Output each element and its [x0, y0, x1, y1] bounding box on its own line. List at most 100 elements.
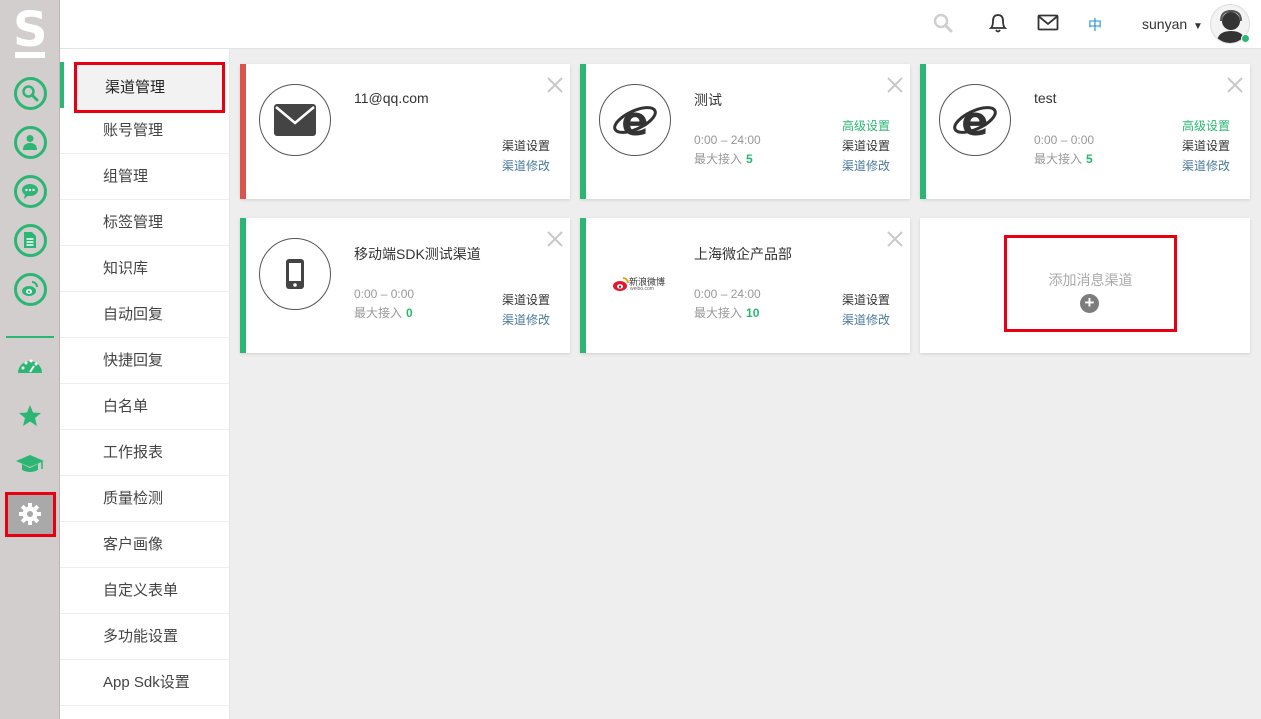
- channel-settings-link[interactable]: 渠道设置: [842, 137, 890, 154]
- service-hours: 0:00 – 0:00: [354, 287, 415, 301]
- svg-text:e: e: [621, 99, 648, 143]
- service-hours: 0:00 – 24:00: [694, 287, 761, 301]
- rail-learning-button[interactable]: [12, 446, 48, 482]
- top-search-button[interactable]: [933, 13, 953, 38]
- close-icon[interactable]: [546, 76, 564, 94]
- weibo-logo-subtext: weibo.com: [630, 286, 654, 292]
- rail-search-button[interactable]: [12, 75, 48, 111]
- channel-settings-link[interactable]: 渠道设置: [502, 291, 550, 308]
- rail-selected-highlight: [5, 492, 56, 537]
- channel-modify-link[interactable]: 渠道修改: [502, 311, 550, 328]
- mobile-phone-icon: [286, 259, 304, 289]
- user-menu[interactable]: sunyan ▼: [1142, 16, 1203, 32]
- close-icon[interactable]: [886, 76, 904, 94]
- subnav-item-knowledge-base[interactable]: 知识库: [60, 246, 229, 292]
- channel-settings-link[interactable]: 渠道设置: [1182, 137, 1230, 154]
- channel-icon: e: [599, 84, 671, 156]
- logo-bar: [15, 52, 45, 58]
- star-icon: [19, 404, 41, 426]
- channel-settings-link[interactable]: 渠道设置: [502, 137, 550, 154]
- close-icon[interactable]: [886, 230, 904, 248]
- channel-name: 移动端SDK测试渠道: [354, 246, 481, 262]
- max-access-label: 最大接入: [1034, 152, 1083, 166]
- channel-card-mobile-sdk: 移动端SDK测试渠道 0:00 – 0:00 最大接入 0 渠道设置 渠道修改: [240, 218, 570, 353]
- logo-letter: S: [13, 2, 48, 58]
- user-icon: [13, 125, 47, 159]
- messages-button[interactable]: [1037, 14, 1059, 36]
- subnav-item-auto-reply[interactable]: 自动回复: [60, 292, 229, 338]
- service-hours: 0:00 – 24:00: [694, 133, 761, 147]
- notifications-button[interactable]: [988, 12, 1008, 39]
- browser-e-icon: e: [953, 99, 997, 143]
- close-icon[interactable]: [546, 230, 564, 248]
- channel-modify-link[interactable]: 渠道修改: [842, 311, 890, 328]
- channel-modify-link[interactable]: 渠道修改: [842, 157, 890, 174]
- channel-card-email: 11@qq.com 渠道设置 渠道修改: [240, 64, 570, 199]
- add-channel-button[interactable]: 添加消息渠道 +: [1004, 235, 1177, 332]
- rail-dashboard-button[interactable]: [12, 348, 48, 384]
- language-switch[interactable]: 中: [1088, 15, 1102, 35]
- weibo-logo: 新浪微博 weibo.com: [612, 274, 665, 296]
- advanced-settings-link[interactable]: 高级设置: [1182, 117, 1230, 134]
- rail-document-button[interactable]: [12, 222, 48, 258]
- channel-card-weibo: 新浪微博 weibo.com 上海微企产品部 0:00 – 24:00 最大接入…: [580, 218, 910, 353]
- add-channel-card: 添加消息渠道 +: [920, 218, 1250, 353]
- advanced-settings-link[interactable]: 高级设置: [842, 117, 890, 134]
- subnav-item-quality-check[interactable]: 质量检测: [60, 476, 229, 522]
- max-access: 最大接入 10: [694, 304, 759, 321]
- caret-down-icon: ▼: [1193, 21, 1203, 32]
- card-status-stripe: [580, 218, 586, 353]
- rail-user-button[interactable]: [12, 124, 48, 160]
- channel-icon: [259, 84, 331, 156]
- app-logo[interactable]: S: [13, 6, 48, 58]
- search-icon: [13, 76, 47, 110]
- max-access: 最大接入 5: [1034, 150, 1093, 167]
- channel-settings-link[interactable]: 渠道设置: [842, 291, 890, 308]
- subnav-item-whitelist[interactable]: 白名单: [60, 384, 229, 430]
- max-access-value: 0: [406, 306, 413, 320]
- subnav-item-custom-form[interactable]: 自定义表单: [60, 568, 229, 614]
- svg-text:e: e: [961, 99, 988, 143]
- subnav-item-multi-function[interactable]: 多功能设置: [60, 614, 229, 660]
- subnav-item-quick-reply[interactable]: 快捷回复: [60, 338, 229, 384]
- bell-icon: [988, 14, 1008, 33]
- subnav-active-indicator: [60, 62, 64, 108]
- search-icon: [933, 13, 953, 33]
- channel-card-web-test: e 测试 0:00 – 24:00 最大接入 5 高级设置 渠道设置 渠道修改: [580, 64, 910, 199]
- channel-icon: e: [939, 84, 1011, 156]
- online-status-dot: [1241, 34, 1250, 43]
- chat-icon: [13, 174, 47, 208]
- subnav-item-groups[interactable]: 组管理: [60, 154, 229, 200]
- card-status-stripe: [240, 218, 246, 353]
- subnav-item-app-sdk[interactable]: App Sdk设置: [60, 660, 229, 706]
- max-access: 最大接入 0: [354, 304, 413, 321]
- weibo-icon: [613, 277, 629, 291]
- channel-name: test: [1034, 90, 1057, 106]
- top-bar: 中 sunyan ▼: [60, 0, 1261, 49]
- close-icon[interactable]: [1226, 76, 1244, 94]
- channel-modify-link[interactable]: 渠道修改: [1182, 157, 1230, 174]
- subnav-spacer: [60, 49, 229, 62]
- subnav-item-customer-profile[interactable]: 客户画像: [60, 522, 229, 568]
- rail-divider: [6, 336, 54, 338]
- subnav-item-accounts[interactable]: 账号管理: [60, 108, 229, 154]
- weibo-icon: [13, 272, 47, 306]
- max-access-value: 5: [746, 152, 753, 166]
- card-status-stripe: [920, 64, 926, 199]
- service-hours: 0:00 – 0:00: [1034, 133, 1095, 147]
- plus-circle-icon: +: [1080, 294, 1099, 313]
- subnav-item-work-report[interactable]: 工作报表: [60, 430, 229, 476]
- max-access-label: 最大接入: [694, 152, 743, 166]
- rail-weibo-button[interactable]: [12, 271, 48, 307]
- subnav-item-tags[interactable]: 标签管理: [60, 200, 229, 246]
- username-label: sunyan: [1142, 16, 1188, 32]
- channel-name: 测试: [694, 92, 722, 108]
- rail-star-button[interactable]: [12, 397, 48, 433]
- rail-chat-button[interactable]: [12, 173, 48, 209]
- dashboard-icon: [18, 359, 42, 373]
- channel-modify-link[interactable]: 渠道修改: [502, 157, 550, 174]
- max-access-label: 最大接入: [694, 306, 743, 320]
- document-icon: [13, 223, 47, 257]
- envelope-icon: [1037, 14, 1059, 31]
- max-access-value: 5: [1086, 152, 1093, 166]
